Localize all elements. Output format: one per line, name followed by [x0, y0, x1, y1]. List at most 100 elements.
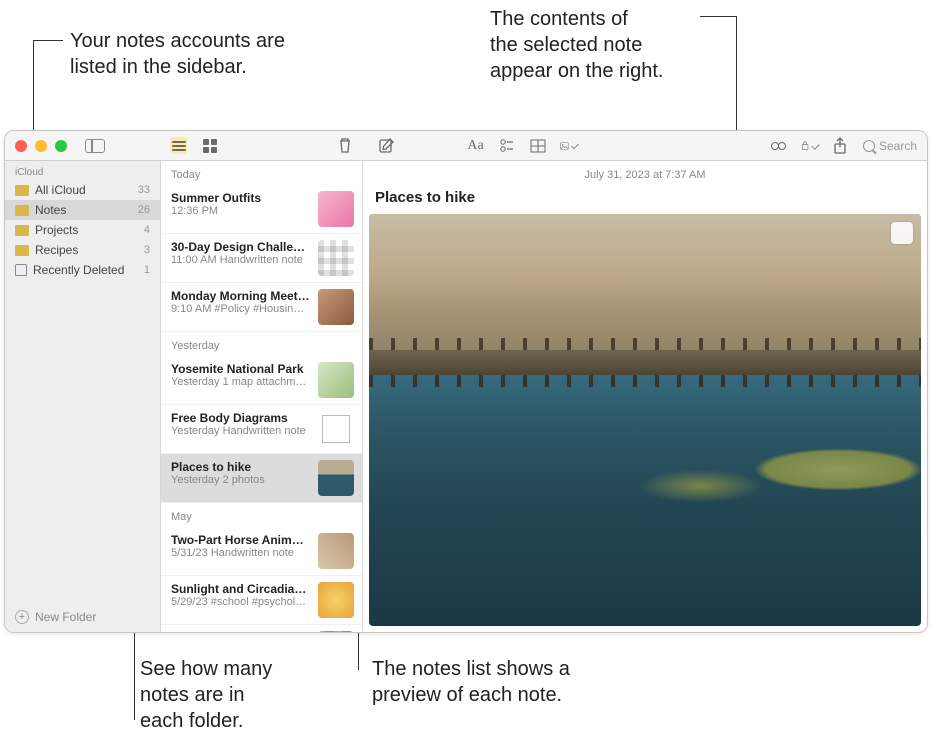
note-content-pane: July 31, 2023 at 7:37 AM Places to hike — [363, 161, 927, 632]
note-title: 30-Day Design Challen… — [171, 240, 310, 254]
note-content-title[interactable]: Places to hike — [363, 189, 927, 214]
delete-note-icon[interactable] — [337, 137, 353, 154]
note-title: Yosemite National Park — [171, 362, 310, 376]
note-preview: #Policy #Housing… — [211, 303, 310, 315]
note-item[interactable]: Two-Part Horse Anima… 5/31/23Handwritten… — [161, 527, 362, 576]
sidebar-item-recently-deleted[interactable]: Recently Deleted 1 — [5, 260, 160, 280]
share-icon[interactable] — [832, 137, 849, 154]
new-folder-label: New Folder — [35, 610, 96, 624]
note-title: Sunlight and Circadian… — [171, 582, 310, 596]
sidebar-item-label: Projects — [35, 223, 138, 237]
note-attachment-image[interactable] — [369, 214, 921, 626]
sidebar-item-notes[interactable]: Notes 26 — [5, 200, 160, 220]
callout-preview: The notes list shows a preview of each n… — [372, 656, 570, 708]
folder-icon — [15, 185, 29, 196]
note-time: 9:10 AM — [171, 303, 211, 315]
sidebar-item-label: Recipes — [35, 243, 138, 257]
note-item[interactable]: 30-Day Design Challen… 11:00 AMHandwritt… — [161, 234, 362, 283]
note-preview: 1 map attachment — [220, 376, 310, 388]
note-thumbnail — [318, 631, 354, 632]
toggle-sidebar-icon[interactable] — [85, 139, 105, 153]
notes-section-header: Yesterday — [161, 332, 362, 356]
note-time: Yesterday — [171, 425, 220, 437]
gallery-view-icon[interactable] — [201, 137, 218, 154]
folder-icon — [15, 205, 29, 216]
new-folder-button[interactable]: + New Folder — [5, 602, 160, 632]
note-item[interactable]: Summer Outfits 12:36 PM — [161, 185, 362, 234]
folder-icon — [15, 245, 29, 256]
note-item[interactable]: Free Body Diagrams YesterdayHandwritten … — [161, 405, 362, 454]
note-time: 5/29/23 — [171, 596, 208, 608]
note-thumbnail — [318, 191, 354, 227]
note-item[interactable]: Places to hike Yesterday2 photos — [161, 454, 362, 503]
link-icon[interactable] — [770, 137, 787, 154]
lock-icon[interactable] — [801, 137, 818, 154]
sidebar-account-header: iCloud — [5, 161, 160, 180]
folder-icon — [15, 225, 29, 236]
new-note-icon[interactable] — [378, 137, 395, 154]
text-style-icon[interactable]: Aa — [467, 137, 484, 154]
list-view-icon[interactable] — [170, 137, 187, 154]
notes-section-header: May — [161, 503, 362, 527]
notes-section-header: Today — [161, 161, 362, 185]
minimize-button[interactable] — [35, 140, 47, 152]
note-thumbnail — [318, 411, 354, 447]
note-title: Two-Part Horse Anima… — [171, 533, 310, 547]
sidebar-item-all-icloud[interactable]: All iCloud 33 — [5, 180, 160, 200]
search-field[interactable]: Search — [863, 139, 917, 153]
note-thumbnail — [318, 533, 354, 569]
landscape-photo — [369, 214, 921, 626]
search-icon — [863, 140, 875, 152]
note-preview: #school #psycholo… — [208, 596, 310, 608]
note-title: Places to hike — [171, 460, 310, 474]
sidebar-item-count: 26 — [138, 204, 150, 216]
note-time: 5/31/23 — [171, 547, 208, 559]
note-title: Free Body Diagrams — [171, 411, 310, 425]
note-thumbnail — [318, 582, 354, 618]
note-thumbnail — [318, 362, 354, 398]
sidebar-item-count: 4 — [144, 224, 150, 236]
format-toolbar: Aa — [467, 137, 577, 154]
table-icon[interactable] — [529, 137, 546, 154]
sidebar-item-count: 3 — [144, 244, 150, 256]
note-item[interactable]: Monday Morning Meeting 9:10 AM#Policy #H… — [161, 283, 362, 332]
callout-accounts: Your notes accounts are listed in the si… — [70, 28, 285, 80]
sidebar-item-count: 33 — [138, 184, 150, 196]
insert-media-icon[interactable] — [560, 137, 577, 154]
note-date: July 31, 2023 at 7:37 AM — [363, 161, 927, 189]
plus-icon: + — [15, 610, 29, 624]
callout-line — [700, 16, 736, 17]
note-title: Monday Morning Meeting — [171, 289, 310, 303]
search-placeholder: Search — [879, 139, 917, 153]
notes-list: Today Summer Outfits 12:36 PM 30-Day Des… — [161, 161, 363, 632]
note-thumbnail — [318, 289, 354, 325]
zoom-button[interactable] — [55, 140, 67, 152]
callout-line — [33, 40, 63, 41]
callout-counts: See how many notes are in each folder. — [140, 656, 272, 734]
note-time: Yesterday — [171, 376, 220, 388]
note-time: Yesterday — [171, 474, 220, 486]
note-title: Nature Walks — [171, 631, 310, 632]
close-button[interactable] — [15, 140, 27, 152]
checklist-icon[interactable] — [498, 137, 515, 154]
note-item[interactable]: Yosemite National Park Yesterday1 map at… — [161, 356, 362, 405]
sidebar-item-label: Recently Deleted — [33, 263, 138, 277]
note-thumbnail — [318, 460, 354, 496]
sidebar-item-projects[interactable]: Projects 4 — [5, 220, 160, 240]
view-mode-segment — [170, 137, 218, 154]
note-thumbnail — [318, 240, 354, 276]
sidebar-item-recipes[interactable]: Recipes 3 — [5, 240, 160, 260]
callout-content: The contents of the selected note appear… — [490, 6, 663, 84]
sidebar-item-label: All iCloud — [35, 183, 132, 197]
sidebar-item-count: 1 — [144, 264, 150, 276]
note-preview: Handwritten note — [217, 254, 303, 266]
trash-icon — [15, 264, 27, 276]
note-item[interactable]: Nature Walks 5/25/23Handwritten note — [161, 625, 362, 632]
note-preview: Handwritten note — [220, 425, 306, 437]
note-item[interactable]: Sunlight and Circadian… 5/29/23#school #… — [161, 576, 362, 625]
sidebar-item-label: Notes — [35, 203, 132, 217]
window-body: iCloud All iCloud 33 Notes 26 Projects 4… — [5, 161, 927, 632]
note-preview: Handwritten note — [208, 547, 294, 559]
note-time: 12:36 PM — [171, 205, 218, 217]
window-controls — [15, 140, 67, 152]
